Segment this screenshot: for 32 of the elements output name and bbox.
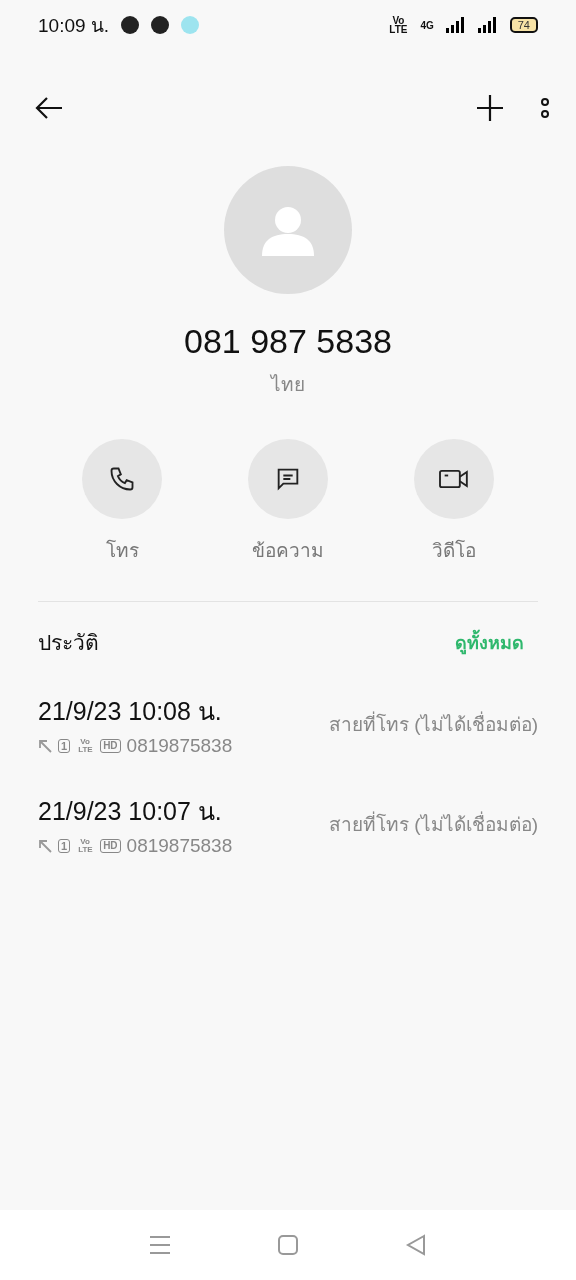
outgoing-arrow-icon xyxy=(38,839,52,853)
home-button[interactable] xyxy=(277,1234,299,1256)
back-nav-button[interactable] xyxy=(405,1234,427,1256)
call-datetime: 21/9/23 10:08 น. xyxy=(38,696,223,727)
add-button[interactable] xyxy=(476,94,504,122)
hd-badge: HD xyxy=(100,839,121,853)
signal-icon xyxy=(445,17,466,33)
call-number: 0819875838 xyxy=(126,735,233,757)
status-time: 10:09 น. xyxy=(38,14,110,38)
hd-badge: HD xyxy=(100,739,121,753)
more-options-button[interactable] xyxy=(540,96,550,120)
view-all-link[interactable]: ดูทั้งหมด xyxy=(455,628,524,657)
sim-badge: 1 xyxy=(58,839,71,853)
person-silhouette-icon xyxy=(262,204,314,256)
call-status: สายที่โทร (ไม่ได้เชื่อมต่อ) xyxy=(329,709,538,739)
call-status: สายที่โทร (ไม่ได้เชื่อมต่อ) xyxy=(329,809,538,839)
call-datetime: 21/9/23 10:07 น. xyxy=(38,796,223,827)
phone-number: 081 987 5838 xyxy=(184,322,392,361)
back-button[interactable] xyxy=(34,96,64,120)
country-label: ไทย xyxy=(271,373,305,397)
battery-level: 74 xyxy=(509,17,538,33)
volte-label: Vo LTE xyxy=(77,838,94,854)
volte-label: Vo LTE xyxy=(77,738,94,754)
menu-button[interactable] xyxy=(149,1235,171,1255)
volte-indicator: Vo LTE xyxy=(388,16,409,34)
history-title: ประวัติ xyxy=(38,630,99,656)
phone-icon xyxy=(108,465,136,493)
signal-icon xyxy=(477,17,498,33)
call-number: 0819875838 xyxy=(126,835,233,857)
sim-badge: 1 xyxy=(58,739,71,753)
network-type: 4G xyxy=(420,20,434,30)
outgoing-arrow-icon xyxy=(38,739,52,753)
